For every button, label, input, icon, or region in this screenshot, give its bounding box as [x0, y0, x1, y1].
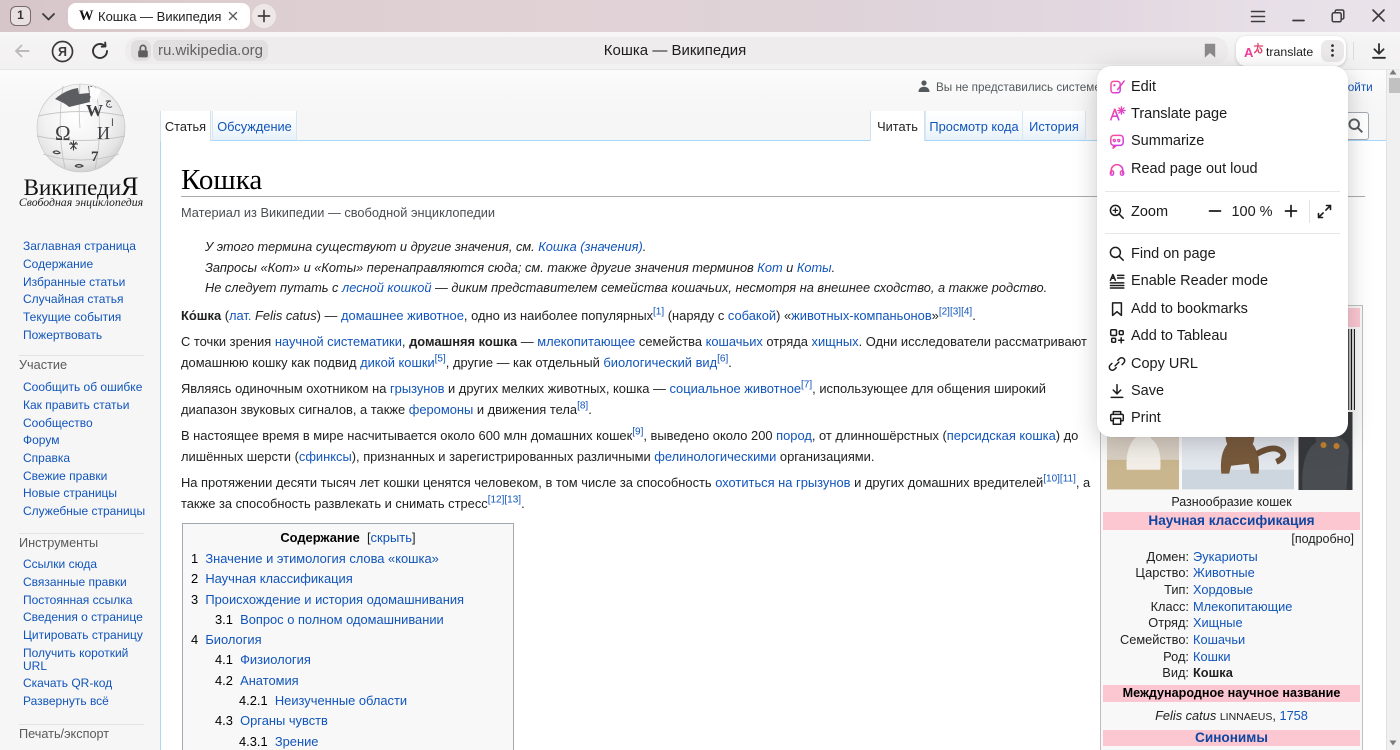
svg-text:И: И: [97, 123, 110, 143]
svg-text:A: A: [1244, 45, 1254, 60]
svg-text:Ω: Ω: [55, 121, 71, 145]
svg-text:W: W: [86, 101, 103, 120]
svg-text:ج: ج: [105, 96, 113, 108]
svg-text:ا: ا: [111, 118, 114, 129]
svg-text:7: 7: [91, 149, 99, 165]
svg-text:Я: Я: [58, 45, 67, 59]
